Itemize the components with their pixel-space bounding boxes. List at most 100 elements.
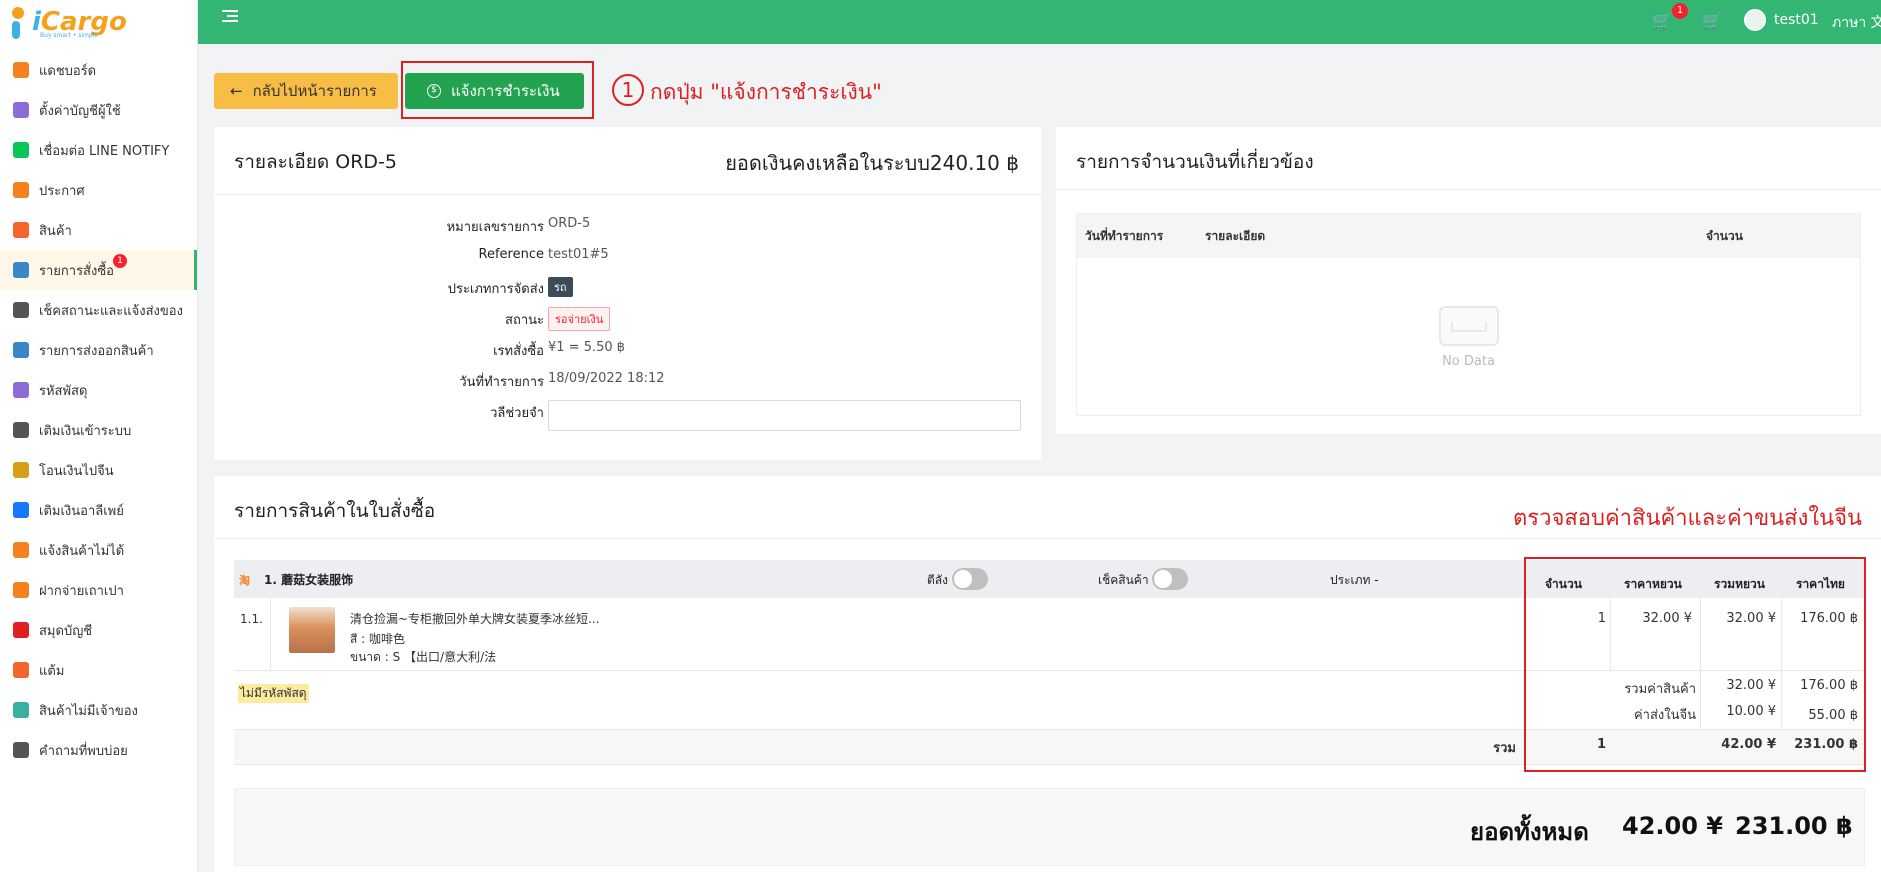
sidebar-item-label: สินค้า: [39, 223, 72, 239]
report-icon: [13, 542, 29, 558]
divider: [214, 194, 1041, 195]
avatar[interactable]: [1744, 9, 1766, 31]
divider: [270, 598, 271, 670]
empty-state: No Data: [1077, 306, 1860, 369]
sidebar-item-11[interactable]: เติมเงินอาลีเพย์: [0, 490, 197, 530]
truck-icon: [13, 342, 29, 358]
sidebar-item-label: แจ้งสินค้าไม่ได้: [39, 543, 125, 559]
sidebar-item-label: เชื่อมต่อ LINE NOTIFY: [39, 143, 170, 159]
sidebar-item-17[interactable]: คำถามที่พบบ่อย: [0, 730, 197, 770]
grand-total-bar: [234, 788, 1865, 866]
menu-toggle-icon[interactable]: [222, 10, 238, 26]
sidebar-item-1[interactable]: ตั้งค่าบัญชีผู้ใช้: [0, 90, 197, 130]
faq-icon: [13, 742, 29, 758]
sidebar-item-label: สินค้าไม่มีเจ้าของ: [39, 703, 138, 719]
annotation-highlight-pay: [401, 61, 594, 119]
alipay-icon: [13, 502, 29, 518]
yuan-coin-icon: [13, 462, 29, 478]
col-amount: จำนวน: [1706, 228, 1743, 243]
type-label: ประเภท -: [1330, 573, 1379, 587]
related-transactions-card: รายการจำนวนเงินที่เกี่ยวข้อง วันที่ทำราย…: [1056, 127, 1881, 434]
transactions-table-header: วันที่ทำรายการ รายละเอียด จำนวน: [1077, 214, 1860, 258]
logo-mark-icon: [8, 5, 30, 39]
sidebar-item-14[interactable]: สมุดบัญชี: [0, 610, 197, 650]
sidebar-item-label: เติมเงินอาลีเพย์: [39, 503, 124, 519]
sidebar-item-3[interactable]: ประกาศ: [0, 170, 197, 210]
order-items-title: รายการสินค้าในใบสั่งซื้อ: [234, 500, 436, 522]
empty-text: No Data: [1442, 354, 1495, 369]
sidebar-item-15[interactable]: แต้ม: [0, 650, 197, 690]
back-to-list-button[interactable]: ← กลับไปหน้ารายการ: [214, 73, 398, 109]
status-label: สถานะ: [505, 313, 544, 328]
arrow-left-icon: ←: [230, 82, 243, 100]
sidebar-item-label: ตั้งค่าบัญชีผู้ใช้: [39, 103, 121, 119]
product-thumbnail[interactable]: [289, 607, 335, 653]
sidebar-item-label: รหัสพัสดุ: [39, 383, 88, 399]
annotation-highlight-prices: [1524, 557, 1866, 772]
cart-icon[interactable]: 🛒: [1652, 11, 1672, 30]
sidebar-item-label: ประกาศ: [39, 183, 85, 199]
ledger-icon: [13, 622, 29, 638]
order-rate-value: ¥1 = 5.50 ฿: [548, 340, 626, 355]
sidebar-item-6[interactable]: เช็คสถานะและแจ้งส่งของ: [0, 290, 197, 330]
sidebar-item-label: แดชบอร์ด: [39, 63, 97, 79]
order-date-value: 18/09/2022 18:12: [548, 371, 665, 386]
sidebar-item-0[interactable]: แดชบอร์ด: [0, 50, 197, 90]
taobao-shop-icon: 淘: [239, 574, 250, 587]
sidebar-item-13[interactable]: ฝากจ่ายเถาเปา: [0, 570, 197, 610]
order-date-label: วันที่ทำรายการ: [459, 375, 544, 390]
annotation-step-text: กดปุ่ม "แจ้งการชำระเงิน": [650, 80, 882, 104]
sidebar-item-4[interactable]: สินค้า: [0, 210, 197, 250]
product-icon: [13, 222, 29, 238]
points-icon: [13, 662, 29, 678]
logo-tagline: Buy smart • simple: [40, 32, 99, 39]
sidebar-item-label: คำถามที่พบบ่อย: [39, 743, 128, 759]
product-name[interactable]: 清仓捡漏~专柜撤回外单大牌女装夏季冰丝短...: [350, 610, 600, 627]
grand-total-thb: 231.00 ฿: [1735, 812, 1853, 840]
wallet-balance: ยอดเงินคงเหลือในระบบ240.10 ฿: [725, 151, 1019, 175]
order-icon: [13, 262, 29, 278]
product-size: ขนาด : S 【出口/意大利/法: [350, 650, 497, 664]
grand-total-yuan: 42.00 ¥: [1622, 812, 1723, 840]
sum-label: รวม: [1493, 741, 1516, 756]
top-header: 🛒 1 🛒 test01 ภาษา 文: [198, 0, 1881, 44]
order-detail-title: รายละเอียด ORD-5: [234, 151, 398, 173]
order-number-value: ORD-5: [548, 216, 591, 231]
sidebar-item-label: เติมเงินเข้าระบบ: [39, 423, 132, 439]
reference-value: test01#5: [548, 247, 609, 262]
sidebar-item-label: สมุดบัญชี: [39, 623, 93, 639]
sidebar-item-12[interactable]: แจ้งสินค้าไม่ได้: [0, 530, 197, 570]
megaphone-icon: [13, 182, 29, 198]
sidebar-item-9[interactable]: เติมเงินเข้าระบบ: [0, 410, 197, 450]
user-settings-icon: [13, 102, 29, 118]
check-toggle-label: เช็คสินค้า: [1098, 573, 1149, 587]
sidebar-item-10[interactable]: โอนเงินไปจีน: [0, 450, 197, 490]
shipping-type-label: ประเภทการจัดส่ง: [447, 282, 544, 297]
cart-secondary-icon[interactable]: 🛒: [1702, 11, 1722, 30]
sidebar-item-2[interactable]: เชื่อมต่อ LINE NOTIFY: [0, 130, 197, 170]
logo[interactable]: iCargo Buy smart • simple: [0, 0, 197, 44]
check-toggle[interactable]: [1152, 568, 1188, 590]
sidebar-item-8[interactable]: รหัสพัสดุ: [0, 370, 197, 410]
line-icon: [13, 142, 29, 158]
order-detail-card: รายละเอียด ORD-5 ยอดเงินคงเหลือในระบบ240…: [214, 127, 1041, 460]
shipping-type-value: รถ: [548, 277, 573, 297]
pack-toggle-label: ตีลัง: [927, 573, 949, 587]
memo-input[interactable]: [548, 400, 1021, 431]
sidebar-item-16[interactable]: สินค้าไม่มีเจ้าของ: [0, 690, 197, 730]
sidebar-item-label: โอนเงินไปจีน: [39, 463, 114, 479]
username[interactable]: test01: [1774, 12, 1819, 28]
sidebar-item-label: เช็คสถานะและแจ้งส่งของ: [39, 303, 183, 319]
taobao-icon: [13, 582, 29, 598]
sidebar: iCargo Buy smart • simple แดชบอร์ดตั้งค่…: [0, 0, 198, 872]
order-number-label: หมายเลขรายการ: [446, 220, 544, 235]
shop-name: 1. 蘑菇女装服饰: [264, 573, 354, 587]
sidebar-item-label: แต้ม: [39, 663, 65, 679]
pack-toggle[interactable]: [952, 568, 988, 590]
sidebar-item-5[interactable]: รายการสั่งซื้อ 1: [0, 250, 197, 290]
grand-total-label: ยอดทั้งหมด: [1470, 818, 1589, 846]
col-date: วันที่ทำรายการ: [1085, 228, 1164, 243]
annotation-check-note: ตรวจสอบค่าสินค้าและค่าขนส่งในจีน: [1513, 506, 1863, 531]
sidebar-item-7[interactable]: รายการส่งออกสินค้า: [0, 330, 197, 370]
language-switcher[interactable]: ภาษา 文: [1832, 12, 1881, 34]
